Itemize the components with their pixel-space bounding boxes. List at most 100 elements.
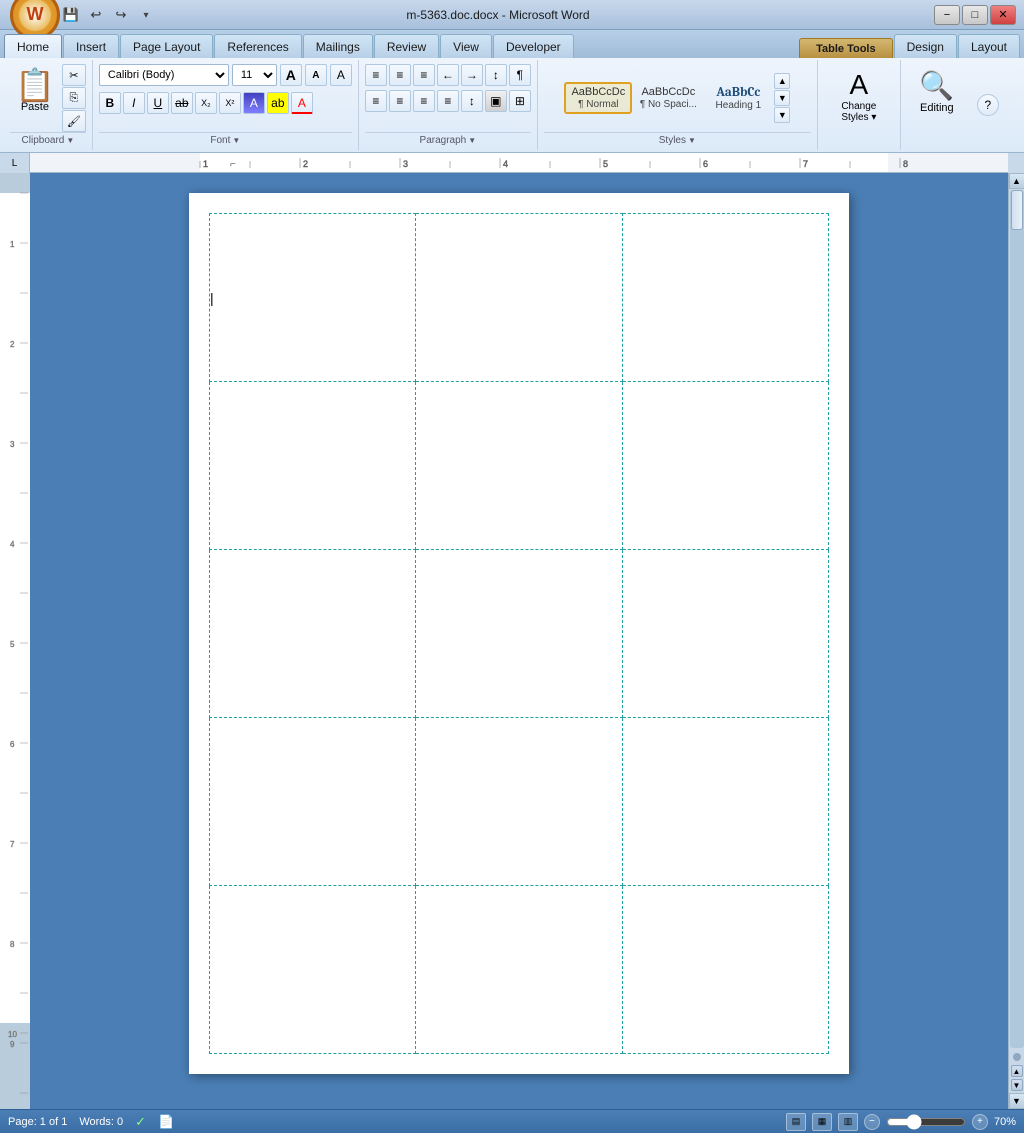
zoom-out-button[interactable]: − <box>864 1114 880 1130</box>
justify-button[interactable]: ≡ <box>437 90 459 112</box>
sort-button[interactable]: ↕ <box>485 64 507 86</box>
align-right-button[interactable]: ≡ <box>413 90 435 112</box>
tab-review[interactable]: Review <box>374 34 439 58</box>
table-cell-1-3[interactable] <box>622 214 828 382</box>
tab-home[interactable]: Home <box>4 34 62 58</box>
paragraph-dialog-button[interactable]: ▼ <box>468 136 476 145</box>
prev-page-button[interactable]: ▲ <box>1011 1065 1023 1077</box>
format-painter-button[interactable]: 🖌 <box>62 110 86 132</box>
tab-developer[interactable]: Developer <box>493 34 574 58</box>
tab-design[interactable]: Design <box>894 34 957 58</box>
tab-references[interactable]: References <box>214 34 301 58</box>
bold-button[interactable]: B <box>99 92 121 114</box>
styles-scroll-up[interactable]: ▲ <box>774 73 790 89</box>
highlight-color-button[interactable]: ab <box>267 92 289 114</box>
table-cell-4-2[interactable] <box>416 718 622 886</box>
underline-button[interactable]: U <box>147 92 169 114</box>
change-styles-button[interactable]: A ChangeStyles ▾ <box>824 64 894 128</box>
cut-button[interactable]: ✂ <box>62 64 86 86</box>
style-no-spacing[interactable]: AaBbCcDc ¶ No Spaci... <box>634 83 702 113</box>
undo-button[interactable]: ↩ <box>85 5 107 25</box>
table-cell-2-2[interactable] <box>416 382 622 550</box>
styles-scroll-down[interactable]: ▼ <box>774 90 790 106</box>
table-cell-3-3[interactable] <box>622 550 828 718</box>
borders-button[interactable]: ⊞ <box>509 90 531 112</box>
table-cell-3-2[interactable] <box>416 550 622 718</box>
font-dialog-button[interactable]: ▼ <box>232 136 240 145</box>
next-page-button[interactable]: ▼ <box>1011 1079 1023 1091</box>
font-grow-button[interactable]: A <box>280 64 302 86</box>
svg-text:4: 4 <box>503 159 508 169</box>
editing-button[interactable]: 🔍 Editing <box>907 64 967 119</box>
numbering-button[interactable]: ≡ <box>389 64 411 86</box>
zoom-in-button[interactable]: + <box>972 1114 988 1130</box>
save-button[interactable]: 💾 <box>60 5 82 25</box>
style-normal[interactable]: AaBbCcDc ¶ Normal <box>564 82 632 114</box>
table-cell-2-1[interactable] <box>210 382 416 550</box>
web-layout-view-button[interactable]: ▥ <box>838 1113 858 1131</box>
font-name-select[interactable]: Calibri (Body) <box>99 64 229 86</box>
align-left-button[interactable]: ≡ <box>365 90 387 112</box>
doc-status-icon[interactable]: 📄 <box>158 1114 174 1130</box>
svg-text:8: 8 <box>10 940 15 949</box>
scroll-thumb[interactable] <box>1011 190 1023 230</box>
tab-page-layout[interactable]: Page Layout <box>120 34 213 58</box>
redo-button[interactable]: ↪ <box>110 5 132 25</box>
tab-mailings[interactable]: Mailings <box>303 34 373 58</box>
font-shrink-button[interactable]: A <box>305 64 327 86</box>
table-cell-4-1[interactable] <box>210 718 416 886</box>
multilevel-list-button[interactable]: ≡ <box>413 64 435 86</box>
style-heading1[interactable]: AaBbCc Heading 1 <box>704 82 772 115</box>
scroll-down-button[interactable]: ▼ <box>1009 1093 1024 1109</box>
zoom-slider[interactable] <box>886 1115 966 1129</box>
strikethrough-button[interactable]: ab <box>171 92 193 114</box>
ruler-corner[interactable]: L <box>0 153 30 173</box>
clear-formatting-button[interactable]: A <box>330 64 352 86</box>
styles-more[interactable]: ▼ <box>774 107 790 123</box>
table-cell-2-3[interactable] <box>622 382 828 550</box>
styles-dialog-button[interactable]: ▼ <box>688 136 696 145</box>
document-table[interactable] <box>209 213 829 1054</box>
font-color-button[interactable]: A <box>291 92 313 114</box>
quick-access-dropdown[interactable]: ▾ <box>135 5 157 25</box>
help-button[interactable]: ? <box>977 94 999 116</box>
close-button[interactable]: ✕ <box>990 5 1016 25</box>
subscript-button[interactable]: X₂ <box>195 92 217 114</box>
svg-text:10: 10 <box>8 1030 17 1039</box>
italic-button[interactable]: I <box>123 92 145 114</box>
tab-layout[interactable]: Layout <box>958 34 1020 58</box>
table-cell-1-1[interactable] <box>210 214 416 382</box>
align-center-button[interactable]: ≡ <box>389 90 411 112</box>
text-effects-button[interactable]: A <box>243 92 265 114</box>
document-page[interactable] <box>189 193 849 1074</box>
superscript-button[interactable]: X² <box>219 92 241 114</box>
table-cell-5-2[interactable] <box>416 886 622 1054</box>
show-hide-button[interactable]: ¶ <box>509 64 531 86</box>
tab-view[interactable]: View <box>440 34 492 58</box>
line-spacing-button[interactable]: ↕ <box>461 90 483 112</box>
scroll-track[interactable] <box>1010 190 1024 1048</box>
shading-button[interactable]: ▣ <box>485 90 507 112</box>
table-cell-5-3[interactable] <box>622 886 828 1054</box>
font-size-select[interactable]: 11 89101214 <box>232 64 277 86</box>
table-cell-1-2[interactable] <box>416 214 622 382</box>
minimize-button[interactable]: − <box>934 5 960 25</box>
paste-button[interactable]: 📋 Paste <box>10 64 60 118</box>
maximize-button[interactable]: □ <box>962 5 988 25</box>
full-screen-view-button[interactable]: ▦ <box>812 1113 832 1131</box>
increase-indent-button[interactable]: → <box>461 64 483 86</box>
scroll-up-button[interactable]: ▲ <box>1009 173 1024 189</box>
svg-text:⌐: ⌐ <box>230 159 236 170</box>
clipboard-dialog-button[interactable]: ▼ <box>66 136 74 145</box>
style-h1-label: Heading 1 <box>709 100 767 111</box>
spell-check-icon[interactable]: ✓ <box>135 1114 146 1130</box>
tab-insert[interactable]: Insert <box>63 34 119 58</box>
decrease-indent-button[interactable]: ← <box>437 64 459 86</box>
table-cell-3-1[interactable] <box>210 550 416 718</box>
document-area[interactable] <box>30 173 1008 1109</box>
bullets-button[interactable]: ≡ <box>365 64 387 86</box>
table-cell-4-3[interactable] <box>622 718 828 886</box>
copy-button[interactable]: ⎘ <box>62 87 86 109</box>
table-cell-5-1[interactable] <box>210 886 416 1054</box>
print-layout-view-button[interactable]: ▤ <box>786 1113 806 1131</box>
